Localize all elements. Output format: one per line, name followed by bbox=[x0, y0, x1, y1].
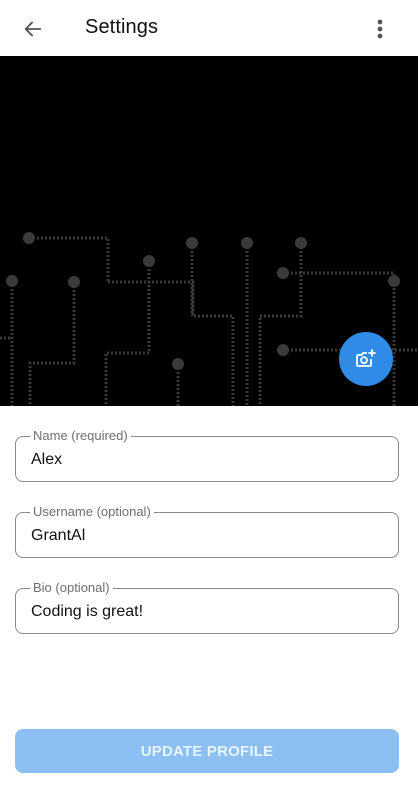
add-photo-camera-icon bbox=[356, 349, 376, 367]
app-bar: Settings bbox=[0, 0, 418, 56]
username-input[interactable] bbox=[31, 525, 381, 547]
name-field-label: Name (required) bbox=[30, 428, 131, 444]
change-cover-photo-button[interactable] bbox=[339, 332, 393, 386]
arrow-left-icon bbox=[24, 21, 42, 37]
username-field[interactable]: Username (optional) bbox=[15, 504, 399, 558]
bio-input[interactable] bbox=[31, 601, 381, 623]
back-button[interactable] bbox=[18, 14, 48, 44]
username-field-label: Username (optional) bbox=[30, 504, 154, 520]
more-vert-icon bbox=[377, 19, 383, 39]
name-field[interactable]: Name (required) bbox=[15, 428, 399, 482]
more-options-button[interactable] bbox=[366, 14, 394, 44]
name-input[interactable] bbox=[31, 449, 381, 471]
update-profile-button[interactable]: UPDATE PROFILE bbox=[15, 729, 399, 773]
bio-field-label: Bio (optional) bbox=[30, 580, 113, 596]
page-title: Settings bbox=[85, 16, 159, 38]
bio-field[interactable]: Bio (optional) bbox=[15, 580, 399, 634]
